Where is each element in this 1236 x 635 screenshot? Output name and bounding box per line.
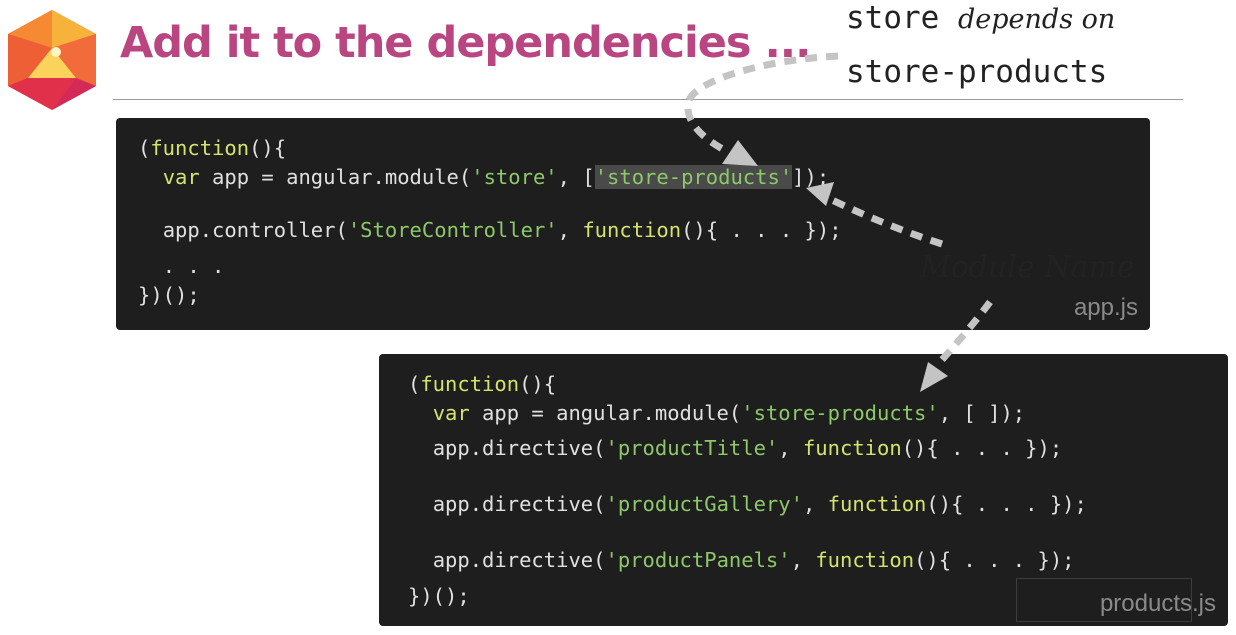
code-line: (function(){ bbox=[408, 372, 557, 396]
note-store: store bbox=[846, 0, 940, 36]
products-js-code-panel: (function(){ var app = angular.module('s… bbox=[379, 354, 1228, 626]
highlighted-dependency: 'store-products' bbox=[594, 165, 793, 189]
note-line-1: store depends on bbox=[846, 0, 1115, 36]
code-line: app.controller('StoreController', functi… bbox=[162, 218, 842, 242]
file-label-app-js: app.js bbox=[1073, 294, 1138, 321]
gem-logo-icon bbox=[8, 10, 96, 110]
code-line: (function(){ bbox=[138, 136, 287, 160]
module-name-annotation: Module Name bbox=[920, 250, 1135, 285]
app-js-code-panel: (function(){ var app = angular.module('s… bbox=[116, 118, 1150, 330]
code-line: })(); bbox=[138, 283, 200, 307]
slide-title: Add it to the dependencies ... bbox=[120, 18, 811, 68]
file-label-products-js: products.js bbox=[1099, 590, 1216, 617]
note-line-2: store-products bbox=[846, 54, 1108, 90]
code-line: app.directive('productGallery', function… bbox=[432, 492, 1087, 516]
code-line: var app = angular.module('store', ['stor… bbox=[162, 165, 830, 189]
code-line: . . . bbox=[162, 254, 225, 278]
code-line: app.directive('productTitle', function()… bbox=[432, 436, 1063, 460]
title-divider bbox=[113, 99, 1183, 100]
note-depends-on: depends on bbox=[958, 4, 1116, 35]
code-line: app.directive('productPanels', function(… bbox=[432, 548, 1075, 572]
code-line: })(); bbox=[408, 584, 470, 608]
code-line: var app = angular.module('store-products… bbox=[432, 401, 1026, 425]
